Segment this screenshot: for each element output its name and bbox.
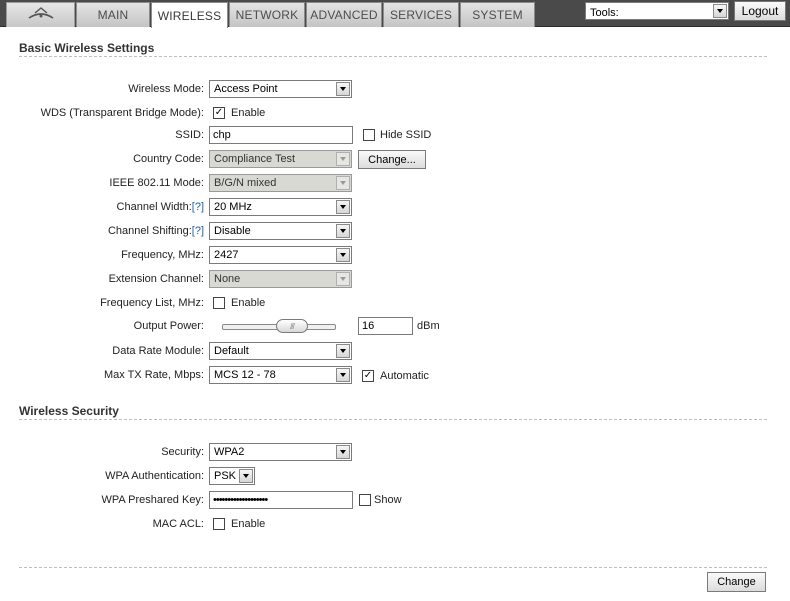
chevron-down-icon [336, 176, 350, 190]
hide-ssid-checkbox[interactable] [363, 129, 375, 141]
show-key-checkbox[interactable] [359, 494, 371, 506]
channel-width-label-text: Channel Width: [116, 201, 192, 213]
chevron-down-icon [239, 469, 253, 483]
section-divider [19, 419, 767, 420]
output-power-slider-thumb[interactable]: /// [276, 319, 308, 333]
chevron-down-icon [336, 152, 350, 166]
logout-button[interactable]: Logout [734, 1, 786, 21]
channel-shifting-help-link[interactable]: [?] [192, 225, 204, 237]
wds-enable-checkbox[interactable]: ✓ [213, 107, 225, 119]
ubiquiti-logo-icon [27, 6, 55, 24]
max-tx-rate-label: Max TX Rate, Mbps: [103, 369, 204, 381]
channel-shifting-label: Channel Shifting:[?] [0, 222, 204, 240]
content-area: Basic Wireless Settings Wireless Mode: A… [0, 28, 790, 601]
chevron-down-icon [336, 200, 350, 214]
mac-acl-enable-label: Enable [231, 518, 266, 530]
frequency-value: 2427 [214, 249, 239, 261]
wireless-mode-select[interactable]: Access Point [209, 80, 352, 98]
country-code-value: Compliance Test [214, 153, 296, 165]
ieee-mode-value: B/G/N mixed [214, 177, 277, 189]
tab-advanced[interactable]: ADVANCED [306, 2, 382, 27]
channel-width-value: 20 MHz [214, 201, 252, 213]
channel-shifting-select[interactable]: Disable [209, 222, 352, 240]
channel-width-label: Channel Width:[?] [0, 198, 204, 216]
tab-network[interactable]: NETWORK [229, 2, 305, 27]
extension-channel-value: None [214, 273, 241, 285]
automatic-rate-checkbox[interactable]: ✓ [362, 370, 374, 382]
channel-width-select[interactable]: 20 MHz [209, 198, 352, 216]
logo-tab[interactable] [6, 2, 75, 27]
security-label: Security: [161, 446, 204, 458]
max-tx-rate-select[interactable]: MCS 12 - 78 [209, 366, 352, 384]
wds-enable-label: Enable [231, 107, 266, 119]
show-key-label: Show [374, 494, 402, 506]
hide-ssid-label: Hide SSID [380, 129, 432, 141]
security-select[interactable]: WPA2 [209, 443, 352, 461]
channel-shifting-label-text: Channel Shifting: [107, 225, 192, 237]
country-code-label: Country Code: [133, 153, 204, 165]
section-divider [19, 56, 767, 57]
change-button[interactable]: Change [707, 572, 766, 592]
chevron-down-icon [336, 368, 350, 382]
wireless-mode-label: Wireless Mode: [128, 83, 204, 95]
chevron-down-icon [336, 248, 350, 262]
wds-label: WDS (Transparent Bridge Mode): [40, 107, 204, 119]
country-code-select: Compliance Test [209, 150, 352, 168]
chevron-down-icon [336, 82, 350, 96]
wireless-security-title: Wireless Security [19, 404, 119, 418]
mac-acl-checkbox[interactable] [213, 518, 225, 530]
wpa-auth-select[interactable]: PSK [209, 467, 255, 485]
wpa-key-input[interactable] [209, 491, 353, 509]
max-tx-rate-value: MCS 12 - 78 [214, 369, 276, 381]
footer-divider [19, 567, 767, 568]
chevron-down-icon [336, 224, 350, 238]
ieee-mode-select: B/G/N mixed [209, 174, 352, 192]
extension-channel-select: None [209, 270, 352, 288]
wpa-auth-value: PSK [214, 470, 237, 482]
wpa-key-label: WPA Preshared Key: [101, 494, 204, 506]
ssid-input[interactable] [209, 126, 353, 144]
basic-settings-title: Basic Wireless Settings [19, 41, 155, 55]
wireless-mode-value: Access Point [214, 83, 278, 95]
chevron-down-icon [336, 272, 350, 286]
data-rate-module-label: Data Rate Module: [112, 345, 204, 357]
data-rate-module-select[interactable]: Default [209, 342, 352, 360]
ieee-mode-label: IEEE 802.11 Mode: [109, 177, 204, 189]
tab-wireless[interactable]: WIRELESS [151, 2, 228, 28]
chevron-down-icon [336, 344, 350, 358]
frequency-label: Frequency, MHz: [121, 249, 204, 261]
checkmark-icon: ✓ [363, 370, 373, 381]
tab-main[interactable]: MAIN [76, 2, 150, 27]
tools-dropdown[interactable]: Tools: [585, 2, 729, 20]
wpa-auth-label: WPA Authentication: [105, 470, 204, 482]
channel-width-help-link[interactable]: [?] [192, 201, 204, 213]
output-power-input[interactable] [358, 317, 413, 335]
channel-shifting-value: Disable [214, 225, 251, 237]
tools-dropdown-value: Tools: [590, 7, 619, 19]
frequency-list-enable-label: Enable [231, 297, 266, 309]
output-power-unit: dBm [417, 320, 440, 332]
frequency-list-label: Frequency List, MHz: [100, 297, 204, 309]
automatic-rate-label: Automatic [380, 370, 429, 382]
mac-acl-label: MAC ACL: [152, 518, 204, 530]
security-value: WPA2 [214, 446, 245, 458]
tab-system[interactable]: SYSTEM [460, 2, 535, 27]
chevron-down-icon [336, 445, 350, 459]
output-power-label: Output Power: [133, 320, 204, 332]
frequency-select[interactable]: 2427 [209, 246, 352, 264]
frequency-list-checkbox[interactable] [213, 297, 225, 309]
chevron-down-icon [713, 4, 727, 18]
extension-channel-label: Extension Channel: [108, 273, 204, 285]
change-country-button[interactable]: Change... [358, 150, 426, 169]
tab-services[interactable]: SERVICES [383, 2, 459, 27]
checkmark-icon: ✓ [214, 107, 224, 118]
data-rate-module-value: Default [214, 345, 249, 357]
top-nav-bar: MAIN WIRELESS NETWORK ADVANCED SERVICES … [0, 0, 790, 28]
ssid-label: SSID: [175, 129, 204, 141]
